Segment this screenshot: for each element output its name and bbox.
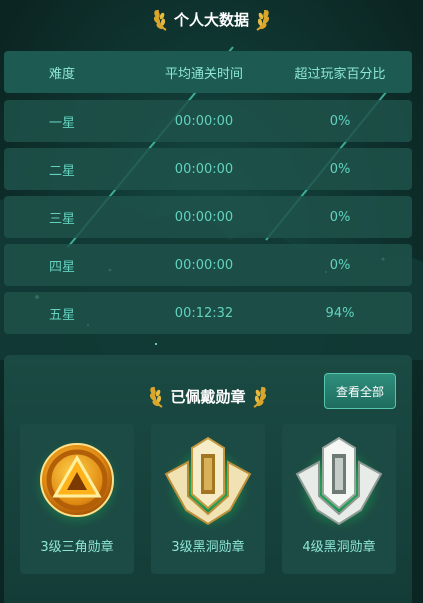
- medals-panel: 已佩戴勋章 查看全部 3级三角勋章 3级黑洞勋章 4级黑洞勋章: [4, 355, 412, 603]
- stats-table-header: 难度 平均通关时间 超过玩家百分比: [4, 51, 412, 93]
- medal-name: 3级三角勋章: [40, 540, 114, 555]
- row-avg-time: 00:00:00: [174, 161, 234, 177]
- stats-title: 个人大数据: [0, 4, 423, 34]
- medal-card[interactable]: 4级黑洞勋章: [282, 424, 396, 574]
- row-percent: 0%: [329, 113, 351, 129]
- row-avg-time: 00:00:00: [174, 209, 234, 225]
- laurel-left-icon: [153, 9, 167, 31]
- silver-blackhole-medal-icon: [293, 436, 385, 530]
- table-row: 一星 00:00:00 0%: [4, 100, 412, 142]
- header-difficulty: 难度: [48, 66, 75, 82]
- table-row: 二星 00:00:00 0%: [4, 148, 412, 190]
- medal-name: 4级黑洞勋章: [302, 540, 376, 555]
- row-difficulty: 二星: [48, 163, 75, 179]
- row-difficulty: 四星: [48, 259, 75, 275]
- row-avg-time: 00:12:32: [174, 305, 234, 321]
- medal-card[interactable]: 3级黑洞勋章: [151, 424, 265, 574]
- header-percent: 超过玩家百分比: [294, 66, 386, 82]
- row-percent: 94%: [325, 305, 355, 321]
- row-avg-time: 00:00:00: [174, 257, 234, 273]
- triangle-medal-icon: [29, 436, 125, 530]
- table-row: 三星 00:00:00 0%: [4, 196, 412, 238]
- medal-name: 3级黑洞勋章: [171, 540, 245, 555]
- stats-title-text: 个人大数据: [173, 10, 249, 29]
- table-row: 五星 00:12:32 94%: [4, 292, 412, 334]
- header-avg-time: 平均通关时间: [164, 66, 243, 82]
- row-difficulty: 三星: [48, 211, 75, 227]
- laurel-right-icon: [252, 386, 266, 408]
- row-difficulty: 一星: [48, 115, 75, 131]
- medals-title-text: 已佩戴勋章: [170, 387, 246, 406]
- row-difficulty: 五星: [48, 307, 75, 323]
- view-all-button[interactable]: 查看全部: [324, 373, 396, 409]
- row-avg-time: 00:00:00: [174, 113, 234, 129]
- row-percent: 0%: [329, 161, 351, 177]
- row-percent: 0%: [329, 257, 351, 273]
- table-row: 四星 00:00:00 0%: [4, 244, 412, 286]
- medal-card[interactable]: 3级三角勋章: [20, 424, 134, 574]
- row-percent: 0%: [329, 209, 351, 225]
- laurel-right-icon: [256, 9, 270, 31]
- gold-blackhole-medal-icon: [162, 436, 254, 530]
- laurel-left-icon: [150, 386, 164, 408]
